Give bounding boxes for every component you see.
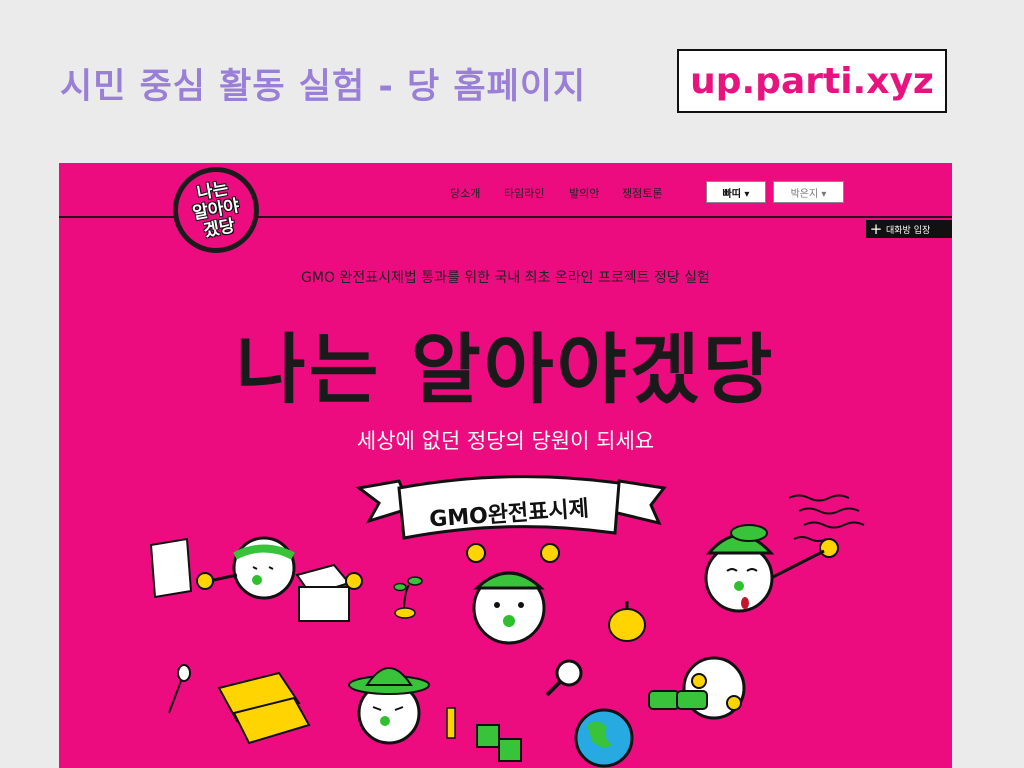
slide-title: 시민 중심 활동 실험 - 당 홈페이지 [60,67,587,107]
character-illustration: GMO완전표시제 [149,475,865,768]
parti-dropdown[interactable]: 빠띠 ▾ [706,181,766,203]
blocks-icon [476,724,522,762]
wind-lines [788,494,865,542]
pumpkin-icon [608,601,646,642]
website-screenshot: 나는 알아야 겠당 당소개 타임라인 발의안 쟁점토론 빠띠 ▾ 박은지 ▾ +… [59,163,952,768]
hero-title: 나는 알아야겠당 [235,325,776,414]
nav-debate[interactable]: 쟁점토론 [622,185,662,201]
nav-about[interactable]: 당소개 [450,185,480,201]
logo-line-3: 겠당 [202,215,237,241]
nav-proposals[interactable]: 발의안 [569,185,599,201]
user-dropdown[interactable]: 박은지 ▾ [773,181,844,203]
paper-icon [149,537,193,599]
spoon-icon [168,664,191,714]
chat-button-label: 대화방 입장 [886,225,931,236]
character-farmer [348,667,456,745]
boxes-icon [295,563,363,622]
url-box[interactable]: up.parti.xyz [677,49,947,113]
tagline: 세상에 없던 정당의 당원이 되세요 [356,429,655,453]
globe-icon [574,708,634,768]
sprout-icon [393,576,423,619]
character-binoculars [648,656,746,720]
pillows-icon [217,671,311,745]
chat-enter-button[interactable]: + 대화방 입장 [866,220,952,238]
party-logo[interactable]: 나는 알아야 겠당 [171,165,261,255]
magnifier-icon [545,659,583,697]
character-cap [466,543,560,645]
character-talking [704,524,839,613]
subtitle: GMO 완전표시제법 통과를 위한 국내 최초 온라인 프로젝트 정당 실험 [301,270,710,286]
nav-timeline[interactable]: 타임라인 [504,185,544,201]
gmo-banner: GMO완전표시제 [355,475,667,540]
character-headband [196,536,296,600]
plus-icon: + [869,220,883,238]
